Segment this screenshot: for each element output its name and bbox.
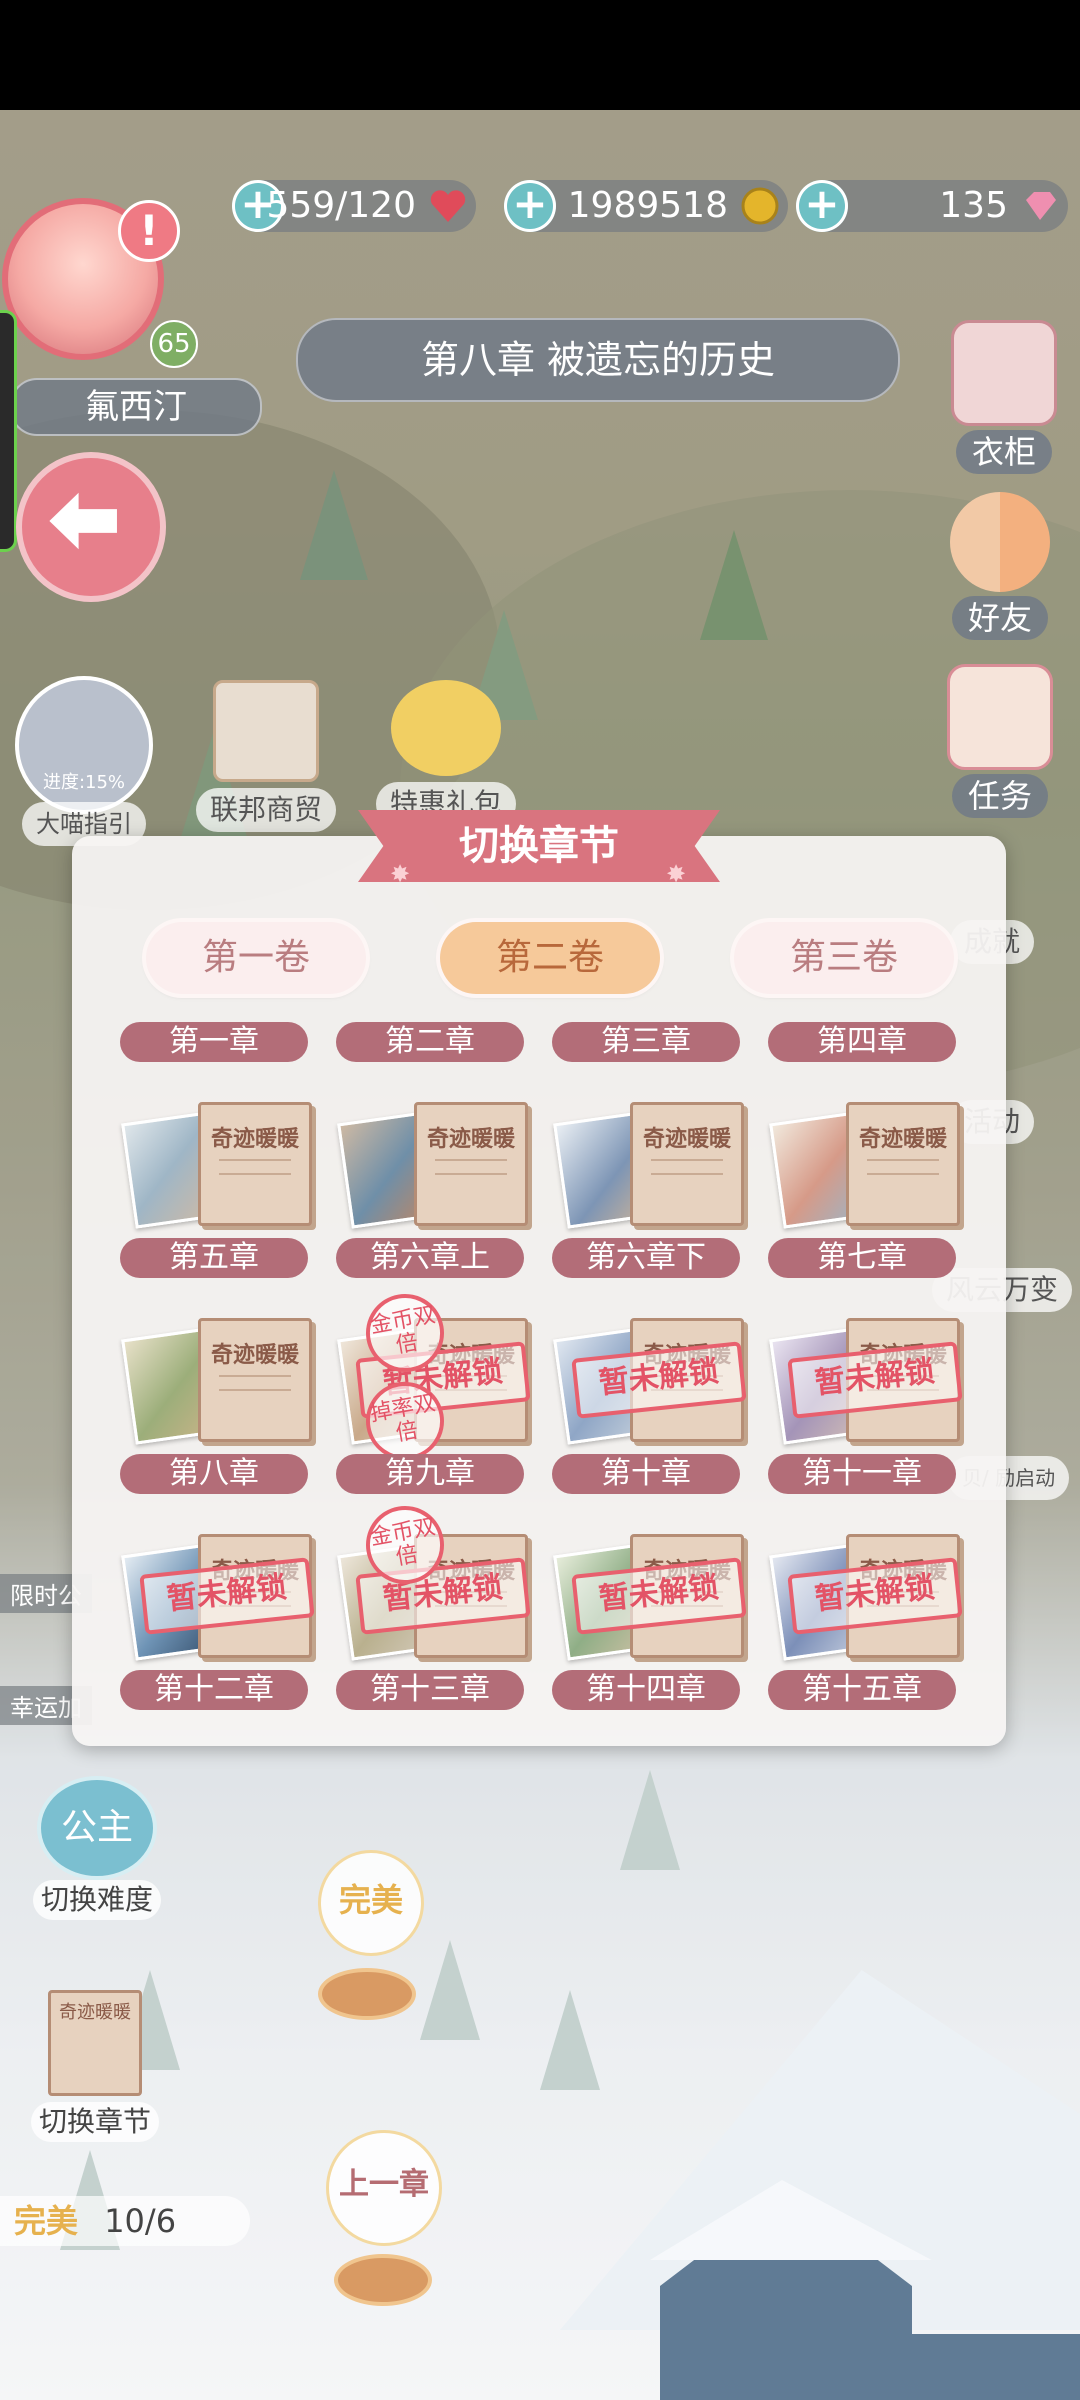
diamond-icon: [1026, 192, 1056, 220]
chapter-book[interactable]: 奇迹暖暖: [120, 1314, 312, 1445]
chapter-book[interactable]: 奇迹暖暖 暂未解锁: [552, 1314, 747, 1445]
gift-box-icon: [213, 680, 319, 782]
add-diamond-button[interactable]: +: [796, 180, 848, 232]
book-cover: 奇迹暖暖: [846, 1102, 960, 1226]
chapter-book[interactable]: 奇迹暖暖: [552, 1098, 744, 1229]
arrow-left-icon: [49, 492, 117, 550]
chapter-book[interactable]: 奇迹暖暖 暂未解锁 金币双倍: [336, 1499, 531, 1661]
chapter-item[interactable]: 第六章上: [336, 1238, 524, 1278]
guide-icon: [15, 676, 153, 814]
back-button[interactable]: [16, 452, 166, 602]
stage-node[interactable]: [318, 1968, 416, 2020]
stage-node[interactable]: [334, 2254, 432, 2306]
tab-volume-2[interactable]: 第二卷: [440, 922, 660, 994]
switch-difficulty-label: 切换难度: [32, 1880, 161, 1920]
player-name[interactable]: 氟西汀: [10, 378, 262, 436]
stage-perfect-badge: 完美: [318, 1850, 424, 1956]
special-pack-button[interactable]: 特惠礼包: [376, 680, 517, 826]
stamina-value: 559/120: [266, 185, 416, 226]
chapter-item[interactable]: 第十一章: [768, 1454, 956, 1494]
federation-shop-button[interactable]: 联邦商贸: [196, 680, 337, 832]
wardrobe-icon: [951, 320, 1057, 426]
task-book-icon: [947, 664, 1053, 770]
star-icon: ✸: [666, 860, 687, 888]
gold-bar: + 1989518: [504, 180, 788, 232]
chapter-item[interactable]: 第十章: [552, 1454, 740, 1494]
side-drawer-handle[interactable]: [0, 310, 17, 552]
chapter-book[interactable]: 奇迹暖暖: [768, 1098, 960, 1229]
chapter-book[interactable]: 奇迹暖暖: [336, 1098, 528, 1229]
chapter-switch-dialog: 切换章节 ✸ ✸ 第一卷 第二卷 第三卷 第一章 第二章 第三章 第四章 奇迹暖…: [72, 810, 1006, 1746]
perfect-count: 10/6: [104, 2202, 177, 2240]
chapter-item[interactable]: 第九章: [336, 1454, 524, 1494]
friends-icon: [950, 492, 1050, 592]
perfect-label: 完美: [14, 2202, 79, 2240]
chapter-item[interactable]: 第六章下: [552, 1238, 740, 1278]
chapter-title-banner: 第八章 被遗忘的历史: [296, 318, 900, 402]
chapter-item[interactable]: 第一章: [120, 1022, 308, 1062]
chapter-item[interactable]: 第二章: [336, 1022, 524, 1062]
gold-value: 1989518: [567, 185, 728, 226]
wardrobe-button[interactable]: 衣柜: [944, 320, 1064, 474]
chapter-item[interactable]: 第十五章: [768, 1670, 956, 1710]
chapter-book[interactable]: 奇迹暖暖: [120, 1098, 312, 1229]
alert-badge[interactable]: !: [118, 200, 180, 262]
friends-button[interactable]: 好友: [940, 492, 1060, 640]
chapter-book[interactable]: 奇迹暖暖 暂未解锁: [120, 1530, 315, 1661]
book-cover: 奇迹暖暖: [414, 1102, 528, 1226]
book-cover: 奇迹暖暖: [198, 1318, 312, 1442]
add-gold-button[interactable]: +: [504, 180, 556, 232]
prev-chapter-button[interactable]: 上一章: [326, 2130, 442, 2246]
heart-icon: [430, 190, 466, 222]
diamond-bar: + 135: [796, 180, 1068, 232]
chapter-item[interactable]: 第五章: [120, 1238, 308, 1278]
perfect-progress: 完美 10/6: [0, 2196, 250, 2246]
guide-button[interactable]: 进度:15% 大喵指引: [14, 676, 154, 846]
book-cover: 奇迹暖暖: [630, 1102, 744, 1226]
player-level: 65: [150, 320, 198, 368]
switch-chapter-button[interactable]: 奇迹暖暖 切换章节: [20, 1990, 170, 2142]
chapter-book[interactable]: 奇迹暖暖 暂未解锁: [552, 1530, 747, 1661]
chapter-item[interactable]: 第十四章: [552, 1670, 740, 1710]
chapter-item[interactable]: 第十三章: [336, 1670, 524, 1710]
gold-coin-icon: [741, 187, 779, 225]
chapter-item[interactable]: 第三章: [552, 1022, 740, 1062]
stamina-bar: + 559/120: [232, 180, 476, 232]
star-icon: ✸: [390, 860, 411, 888]
chapter-item[interactable]: 第四章: [768, 1022, 956, 1062]
friends-label: 好友: [951, 596, 1048, 640]
tab-volume-1[interactable]: 第一卷: [146, 922, 366, 994]
difficulty-badge: 公主: [37, 1776, 157, 1880]
guide-progress: 进度:15%: [42, 772, 126, 793]
chapter-book[interactable]: 奇迹暖暖 暂未解锁: [768, 1530, 963, 1661]
wardrobe-label: 衣柜: [955, 430, 1052, 474]
chapter-item[interactable]: 第十二章: [120, 1670, 308, 1710]
chapter-book[interactable]: 奇迹暖暖 暂未解锁: [768, 1314, 963, 1445]
book-icon: 奇迹暖暖: [48, 1990, 142, 2096]
tab-volume-3[interactable]: 第三卷: [734, 922, 954, 994]
switch-difficulty-button[interactable]: 公主 切换难度: [22, 1776, 172, 1920]
switch-chapter-label: 切换章节: [30, 2102, 159, 2142]
federation-shop-label: 联邦商贸: [196, 788, 337, 832]
diamond-value: 135: [939, 185, 1008, 226]
chapter-item[interactable]: 第七章: [768, 1238, 956, 1278]
chapter-book[interactable]: 奇迹暖暖 暂未解锁 金币双倍 掉率双倍: [336, 1287, 531, 1467]
coin-stack-icon: [391, 680, 501, 776]
tasks-button[interactable]: 任务: [940, 664, 1060, 818]
book-cover: 奇迹暖暖: [198, 1102, 312, 1226]
status-bar: [0, 0, 1080, 110]
chapter-item[interactable]: 第八章: [120, 1454, 308, 1494]
tasks-label: 任务: [951, 774, 1048, 818]
